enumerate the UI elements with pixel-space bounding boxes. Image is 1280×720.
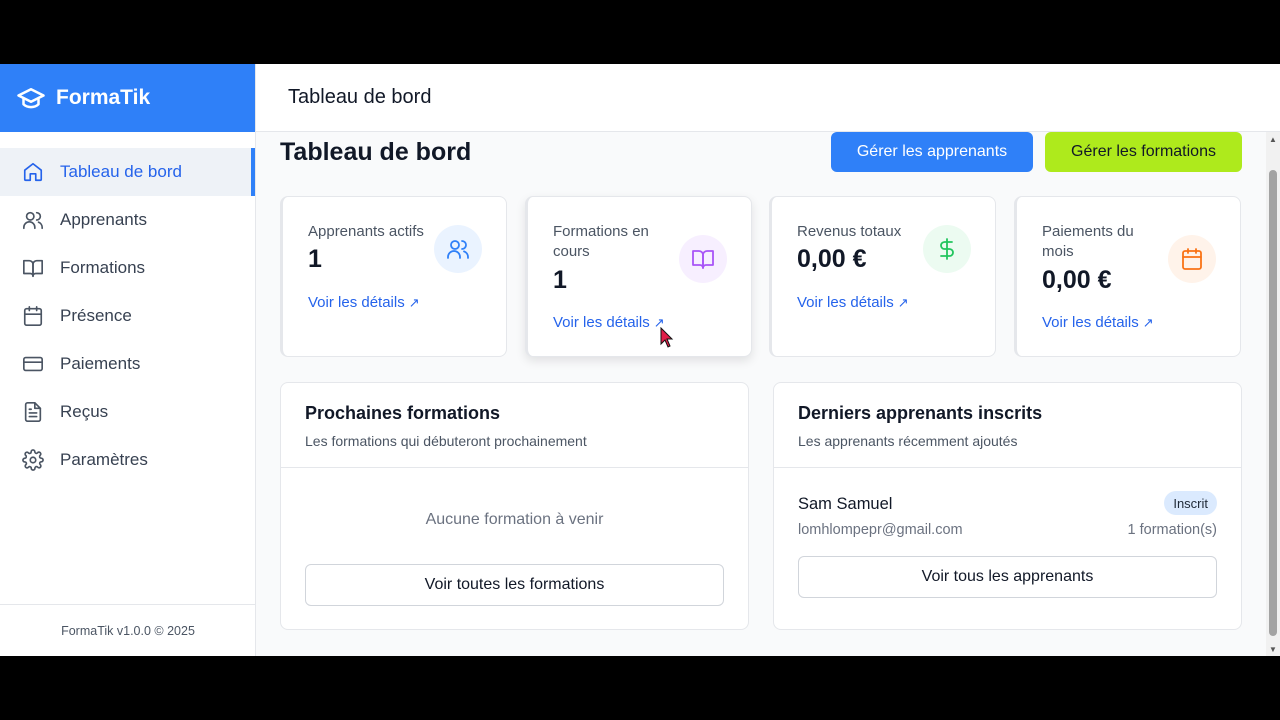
upcoming-courses-panel: Prochaines formations Les formations qui… <box>280 382 749 630</box>
stat-card-monthly-payments: Paiements du mois 0,00 € Voir les détail… <box>1014 196 1241 357</box>
stat-icon-badge <box>434 225 482 273</box>
receipt-icon <box>24 402 42 422</box>
panel-subtitle: Les apprenants récemment ajoutés <box>798 433 1018 449</box>
calendar-icon <box>23 306 43 326</box>
student-name[interactable]: Sam Samuel <box>798 495 892 514</box>
stat-icon-badge <box>679 235 727 283</box>
view-details-link[interactable]: Voir les détails ↗ <box>1042 314 1154 331</box>
sidebar: FormaTik Tableau de bord Apprenants Form… <box>0 64 256 656</box>
view-all-students-button[interactable]: Voir tous les apprenants <box>798 556 1217 598</box>
panel-subtitle: Les formations qui débuteront prochainem… <box>305 433 587 449</box>
app-window: FormaTik Tableau de bord Apprenants Form… <box>0 64 1280 656</box>
divider <box>281 467 748 468</box>
view-details-link[interactable]: Voir les détails ↗ <box>797 294 909 311</box>
stat-label: Revenus totaux <box>797 223 902 240</box>
sidebar-item-label: Paiements <box>60 354 141 373</box>
page-title: Tableau de bord <box>280 138 472 166</box>
sidebar-item-label: Formations <box>60 258 146 277</box>
brand[interactable]: FormaTik <box>0 64 255 132</box>
student-course-count: 1 formation(s) <box>1127 522 1217 538</box>
stat-label: Apprenants actifs <box>308 223 424 240</box>
view-all-courses-button[interactable]: Voir toutes les formations <box>305 564 724 606</box>
scrollbar[interactable]: ▲ ▼ <box>1266 132 1280 656</box>
graduation-cap-icon <box>17 88 45 109</box>
sidebar-item-label: Paramètres <box>60 450 148 469</box>
stat-value: 0,00 € <box>1042 266 1112 294</box>
status-badge: Inscrit <box>1164 491 1217 515</box>
sidebar-item-students[interactable]: Apprenants <box>0 196 255 244</box>
stat-card-ongoing-courses: Formations en cours 1 Voir les détails ↗ <box>525 196 752 357</box>
sidebar-item-courses[interactable]: Formations <box>0 244 255 292</box>
book-icon <box>23 259 43 278</box>
arrow-up-right-icon: ↗ <box>897 295 909 310</box>
sidebar-nav: Tableau de bord Apprenants Formations Pr… <box>0 148 255 484</box>
view-details-link[interactable]: Voir les détails ↗ <box>308 294 420 311</box>
main-content: Tableau de bord Gérer les apprenants Gér… <box>256 132 1266 656</box>
gear-icon <box>22 449 44 471</box>
stat-icon-badge <box>923 225 971 273</box>
arrow-up-right-icon: ↗ <box>408 295 420 310</box>
stat-value: 1 <box>308 245 322 273</box>
mouse-cursor-icon <box>660 327 674 348</box>
users-icon <box>447 240 469 259</box>
recent-students-panel: Derniers apprenants inscrits Les apprena… <box>773 382 1242 630</box>
stat-card-total-revenue: Revenus totaux 0,00 € Voir les détails ↗ <box>769 196 996 357</box>
calendar-icon <box>1182 248 1202 270</box>
view-details-link[interactable]: Voir les détails ↗ <box>553 314 665 331</box>
sidebar-item-label: Présence <box>60 306 132 325</box>
scrollbar-thumb[interactable] <box>1269 170 1277 636</box>
book-open-icon <box>692 250 714 269</box>
manage-students-button[interactable]: Gérer les apprenants <box>831 132 1033 172</box>
empty-state: Aucune formation à venir <box>425 511 604 528</box>
sidebar-item-label: Apprenants <box>60 210 147 229</box>
credit-card-icon <box>23 356 43 372</box>
sidebar-item-label: Reçus <box>60 402 109 421</box>
stat-value: 1 <box>553 266 567 294</box>
sidebar-item-dashboard[interactable]: Tableau de bord <box>0 148 255 196</box>
panel-title: Prochaines formations <box>305 403 501 423</box>
brand-name: FormaTik <box>56 86 151 109</box>
stat-value: 0,00 € <box>797 245 867 273</box>
manage-courses-button[interactable]: Gérer les formations <box>1045 132 1242 172</box>
sidebar-item-receipts[interactable]: Reçus <box>0 388 255 436</box>
panel-title: Derniers apprenants inscrits <box>798 403 1043 423</box>
stat-label: Paiements du mois <box>1042 223 1134 260</box>
divider <box>774 467 1241 468</box>
sidebar-item-label: Tableau de bord <box>60 162 182 181</box>
stat-card-active-students: Apprenants actifs 1 Voir les détails ↗ <box>280 196 507 357</box>
arrow-up-right-icon: ↗ <box>1142 315 1154 330</box>
dollar-icon <box>940 238 954 260</box>
stat-label: Formations en cours <box>553 223 649 260</box>
stat-icon-badge <box>1168 235 1216 283</box>
sidebar-item-attendance[interactable]: Présence <box>0 292 255 340</box>
version-footer: FormaTik v1.0.0 © 2025 <box>0 604 256 656</box>
sidebar-item-payments[interactable]: Paiements <box>0 340 255 388</box>
header-title: Tableau de bord <box>288 86 432 108</box>
scroll-down-arrow-icon[interactable]: ▼ <box>1266 642 1280 656</box>
top-header: Tableau de bord <box>256 64 1280 132</box>
scroll-up-arrow-icon[interactable]: ▲ <box>1266 132 1280 146</box>
sidebar-item-settings[interactable]: Paramètres <box>0 436 255 484</box>
users-icon <box>23 211 43 230</box>
home-icon <box>23 162 43 182</box>
student-email: lomhlompepr@gmail.com <box>798 522 963 538</box>
